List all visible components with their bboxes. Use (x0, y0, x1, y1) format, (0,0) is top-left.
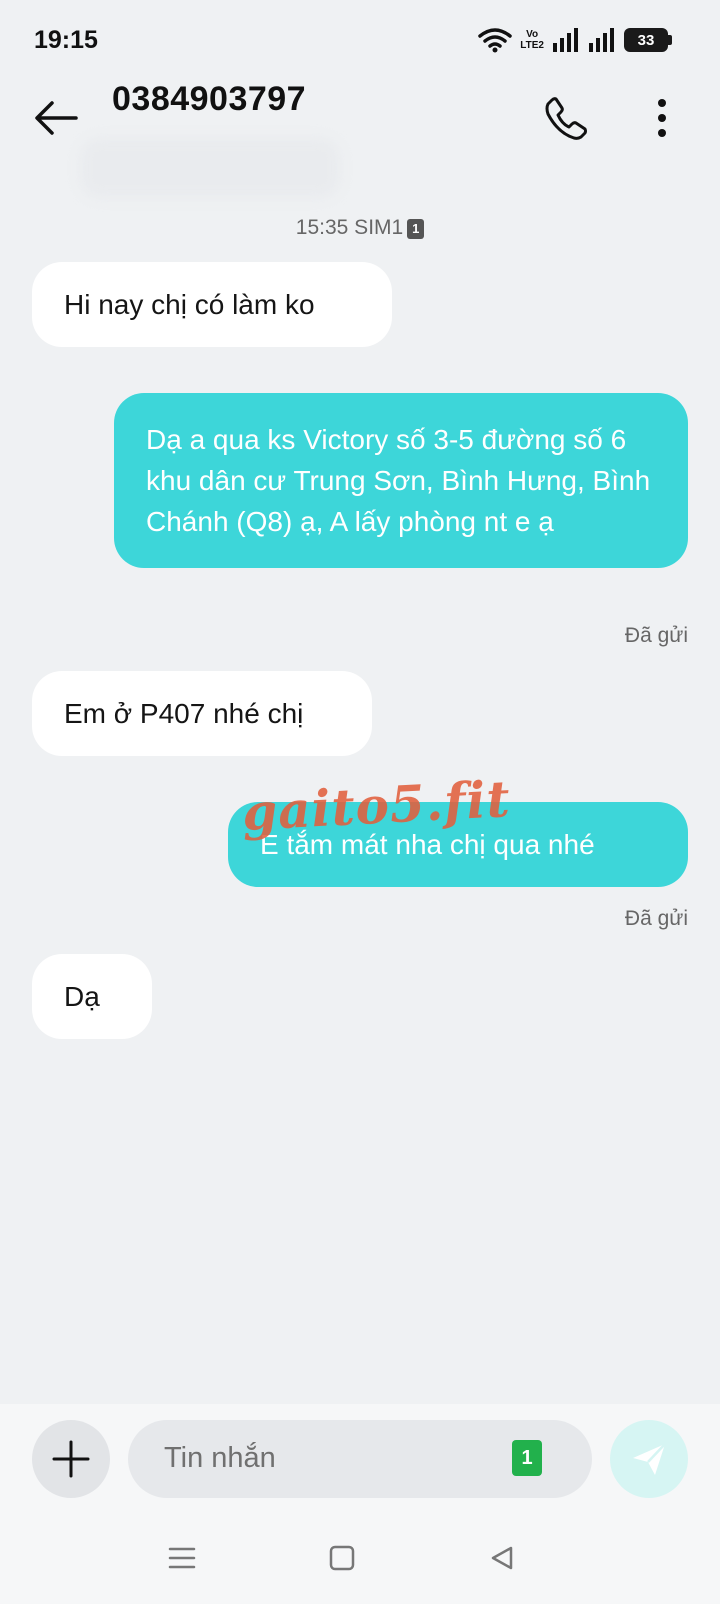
back-nav-button[interactable] (482, 1538, 522, 1578)
send-icon (633, 1443, 666, 1475)
volte-indicator: Vo LTE2 (520, 29, 544, 51)
more-options-button[interactable] (636, 92, 688, 144)
system-nav-bar (0, 1510, 720, 1604)
back-button[interactable] (30, 92, 82, 144)
status-bar: 19:15 Vo LTE2 33 (0, 0, 720, 80)
recent-apps-button[interactable] (162, 1538, 202, 1578)
add-attachment-button[interactable] (32, 1420, 110, 1498)
sent-status: Đã gửi (624, 907, 688, 930)
message-input[interactable]: Tin nhắn 1 (128, 1420, 592, 1498)
plus-icon (52, 1440, 90, 1478)
outgoing-message[interactable]: Dạ a qua ks Victory số 3-5 đường số 6 kh… (114, 393, 688, 568)
sim-selector-chip[interactable]: 1 (512, 1440, 542, 1476)
menu-icon (168, 1547, 196, 1569)
phone-icon (545, 97, 587, 140)
incoming-message[interactable]: Em ở P407 nhé chị (32, 671, 372, 756)
sent-status: Đã gửi (624, 624, 688, 647)
message-text: Em ở P407 nhé chị (64, 698, 304, 729)
message-text: Dạ (64, 981, 100, 1012)
send-button[interactable] (610, 1420, 688, 1498)
arrow-left-icon (35, 101, 78, 135)
message-text: Hi nay chị có làm ko (64, 289, 315, 320)
triangle-back-icon (491, 1546, 513, 1570)
message-placeholder: Tin nhắn (164, 1442, 276, 1474)
square-icon (329, 1545, 355, 1571)
incoming-message[interactable]: Hi nay chị có làm ko (32, 262, 392, 347)
message-timestamp: 15:35 SIM1 1 (0, 216, 720, 240)
home-button[interactable] (322, 1538, 362, 1578)
message-composer: Tin nhắn 1 (0, 1404, 720, 1604)
status-time: 19:15 (34, 26, 98, 54)
battery-icon: 33 (624, 28, 672, 52)
call-button[interactable] (540, 92, 592, 144)
battery-level: 33 (637, 31, 655, 49)
more-vertical-icon (658, 99, 666, 137)
message-text: Dạ a qua ks Victory số 3-5 đường số 6 kh… (146, 424, 651, 537)
status-icons: Vo LTE2 33 (478, 24, 672, 56)
sim-badge: 1 (407, 219, 425, 239)
conversation-header: 0384903797 (0, 80, 720, 198)
signal-icon-sim2 (589, 28, 614, 52)
incoming-message[interactable]: Dạ (32, 954, 152, 1039)
signal-icon-sim1 (553, 28, 578, 52)
blurred-subtitle (80, 138, 340, 198)
contact-title: 0384903797 (112, 80, 307, 118)
wifi-icon (478, 28, 513, 53)
